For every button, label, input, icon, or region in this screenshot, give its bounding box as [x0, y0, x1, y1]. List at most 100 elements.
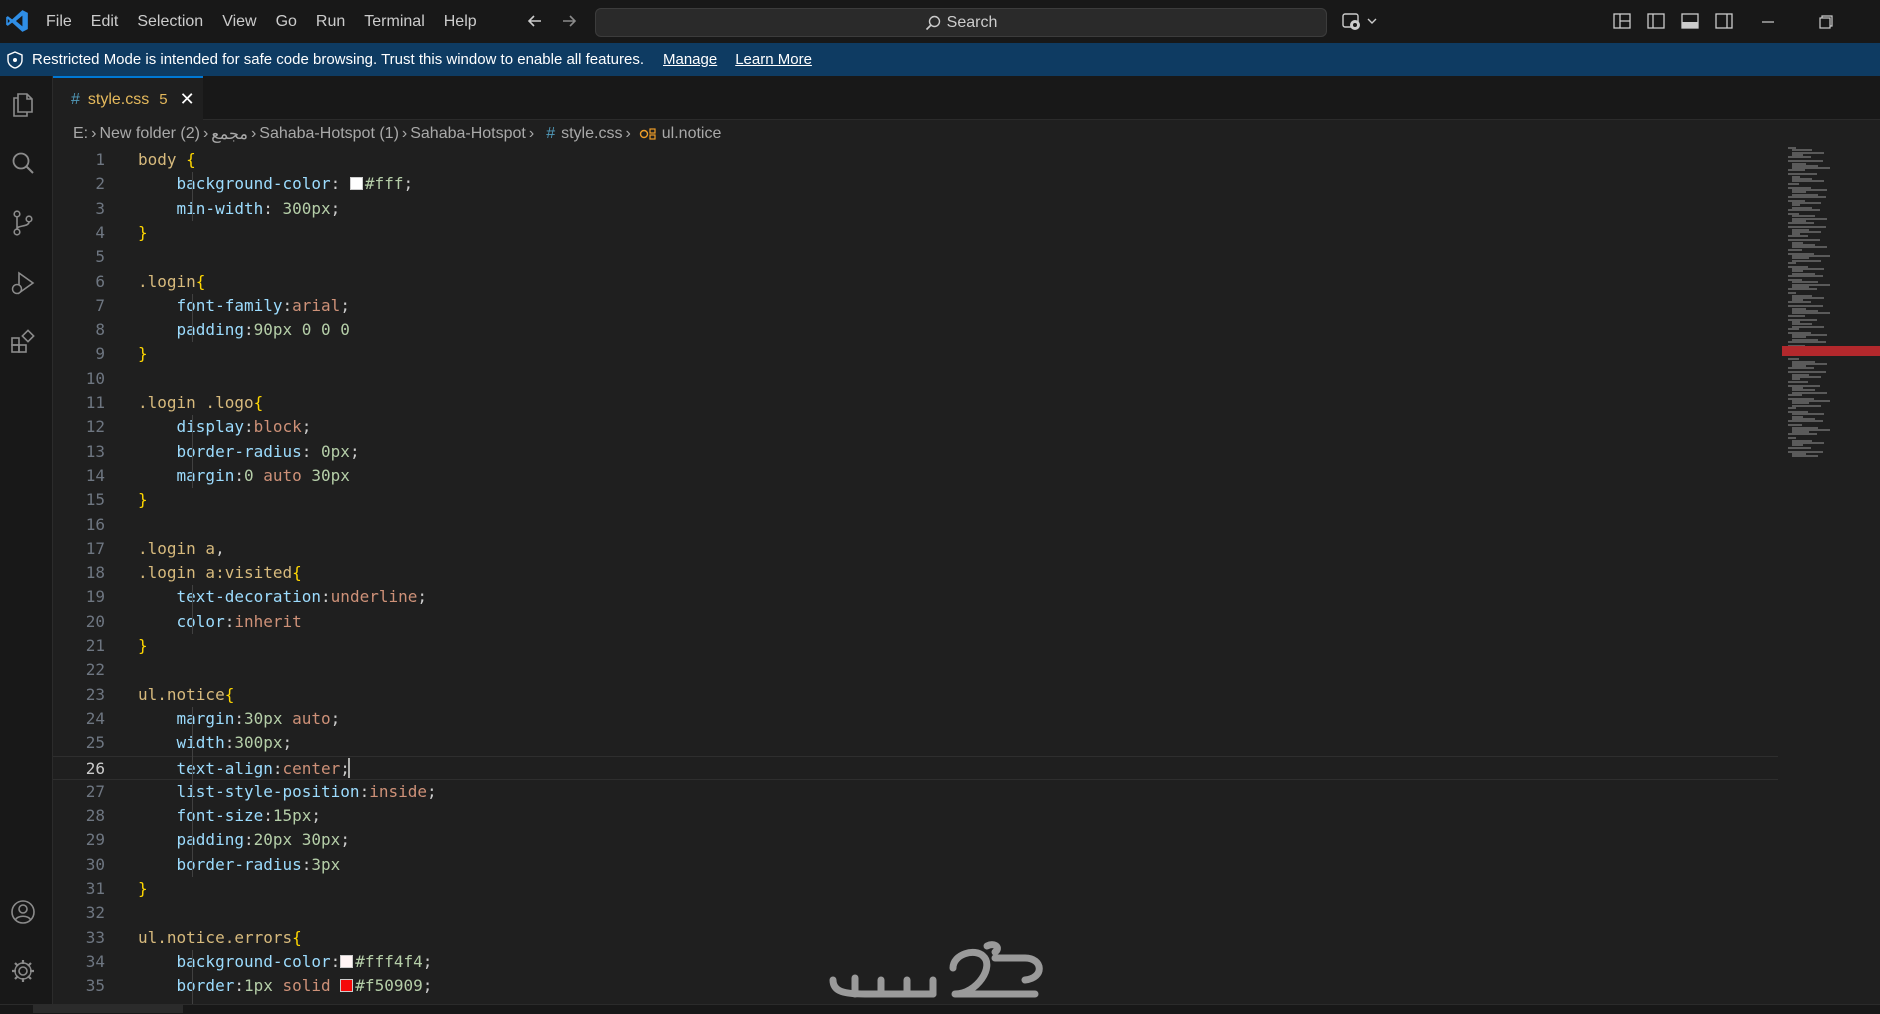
menu-view[interactable]: View — [222, 13, 256, 31]
line-number: 31 — [85, 879, 105, 898]
code-line[interactable]: 24 margin:30px auto; — [53, 707, 1778, 731]
explorer-icon[interactable] — [9, 90, 37, 118]
code-line[interactable]: 5 — [53, 245, 1778, 269]
extensions-icon[interactable] — [9, 328, 37, 356]
line-number: 12 — [85, 417, 105, 437]
toggle-panel-icon[interactable] — [1680, 11, 1700, 31]
breadcrumb-item-folder[interactable]: New folder (2) — [99, 125, 199, 143]
breadcrumb-item-drive[interactable]: E: — [73, 125, 88, 143]
code-text: ul.notice.errors{ — [138, 927, 302, 947]
breadcrumb-item-project[interactable]: Sahaba-Hotspot (1) — [259, 125, 399, 143]
customize-layout-icon[interactable] — [1612, 11, 1632, 31]
menu-selection[interactable]: Selection — [137, 13, 203, 31]
forward-arrow-icon[interactable] — [560, 12, 578, 30]
manage-link[interactable]: Manage — [663, 51, 717, 68]
minimize-icon[interactable] — [1760, 14, 1776, 30]
code-line[interactable]: 31} — [53, 877, 1778, 901]
minimap-line — [1788, 182, 1799, 185]
minimap-line — [1788, 407, 1796, 409]
breadcrumb-item-file[interactable]: style.css — [561, 125, 622, 143]
activity-bar — [0, 76, 53, 1004]
menu-help[interactable]: Help — [444, 13, 477, 31]
breadcrumb-item-arabic-folder[interactable]: مجمع — [211, 124, 248, 144]
code-line[interactable]: 13 border-radius: 0px; — [53, 440, 1778, 464]
code-line[interactable]: 23 ul.notice{ — [53, 683, 1778, 707]
color-swatch-icon[interactable] — [340, 979, 354, 993]
code-line[interactable]: 22 — [53, 658, 1778, 682]
text-cursor — [348, 757, 350, 778]
code-line[interactable]: 28 font-size:15px; — [53, 804, 1778, 828]
run-debug-icon[interactable] — [9, 269, 37, 297]
code-text: margin:0 auto 30px — [176, 465, 350, 485]
menu-edit[interactable]: Edit — [91, 13, 119, 31]
color-swatch-icon[interactable] — [340, 954, 354, 968]
search-view-icon[interactable] — [9, 149, 37, 177]
accounts-icon[interactable] — [9, 898, 37, 926]
code-line[interactable]: 17 .login a, — [53, 537, 1778, 561]
code-line[interactable]: 25 width:300px; — [53, 731, 1778, 755]
code-text: font-family:arial; — [176, 295, 350, 315]
code-text: } — [138, 636, 148, 655]
menu-terminal[interactable]: Terminal — [364, 13, 424, 31]
menu-file[interactable]: File — [46, 13, 72, 31]
code-line[interactable]: 19 text-decoration:underline; — [53, 585, 1778, 609]
code-line[interactable]: 26 text-align:center; — [53, 755, 1778, 780]
breadcrumb-item-subproject[interactable]: Sahaba-Hotspot — [410, 125, 526, 143]
code-line[interactable]: 1 body { — [53, 148, 1778, 172]
code-line[interactable]: 32 — [53, 901, 1778, 925]
toggle-secondary-sidebar-icon[interactable] — [1714, 11, 1734, 31]
code-line[interactable]: 6 .login{ — [53, 270, 1778, 294]
minimap[interactable] — [1782, 147, 1880, 458]
code-line[interactable]: 4} — [53, 221, 1778, 245]
code-line[interactable]: 3 min-width: 300px; — [53, 197, 1778, 221]
line-number: 34 — [85, 951, 105, 971]
code-line[interactable]: 30 border-radius:3px — [53, 853, 1778, 877]
code-line[interactable]: 29 padding:20px 30px; — [53, 828, 1778, 852]
code-line[interactable]: 12 display:block; — [53, 415, 1778, 439]
close-tab-icon[interactable]: ✕ — [180, 89, 195, 110]
code-text: .login{ — [138, 271, 206, 291]
code-line[interactable]: 2 background-color: #fff; — [53, 172, 1778, 196]
menu-run[interactable]: Run — [316, 13, 345, 31]
code-editor[interactable]: 1 body {2 background-color: #fff; 3 min-wi… — [53, 147, 1778, 1004]
code-line[interactable]: 16 — [53, 513, 1778, 537]
color-swatch-icon[interactable] — [349, 177, 363, 191]
command-center-search[interactable]: Search — [595, 8, 1327, 37]
back-arrow-icon[interactable] — [526, 12, 544, 30]
menu-go[interactable]: Go — [276, 13, 297, 31]
code-text: margin:30px auto; — [176, 708, 341, 728]
accounts-settings-sync-icon[interactable] — [1340, 11, 1380, 33]
learn-more-link[interactable]: Learn More — [735, 51, 812, 68]
settings-gear-icon[interactable] — [9, 957, 37, 985]
code-line[interactable]: 21} — [53, 634, 1778, 658]
line-number: 28 — [85, 806, 105, 826]
toggle-primary-sidebar-icon[interactable] — [1646, 11, 1666, 31]
line-number: 11 — [85, 393, 105, 412]
code-line[interactable]: 18 .login a:visited{ — [53, 561, 1778, 585]
restore-icon[interactable] — [1818, 14, 1834, 30]
code-line[interactable]: 8 padding:90px 0 0 0 — [53, 318, 1778, 342]
code-line[interactable]: 11 .login .logo{ — [53, 391, 1778, 415]
tab-style-css[interactable]: # style.css 5 ✕ — [53, 76, 203, 121]
code-line[interactable]: 15} — [53, 488, 1778, 512]
shield-icon — [7, 50, 23, 69]
line-number: 14 — [85, 465, 105, 485]
minimap-line — [1788, 261, 1796, 264]
line-number: 26 — [85, 758, 105, 778]
code-line[interactable]: 14 margin:0 auto 30px — [53, 464, 1778, 488]
indent-guide — [192, 949, 193, 1004]
code-text: .login .logo{ — [138, 393, 264, 412]
code-line[interactable]: 27 list-style-position:inside; — [53, 780, 1778, 804]
code-line[interactable]: 7 font-family:arial; — [53, 294, 1778, 318]
code-line[interactable]: 20 color:inherit — [53, 610, 1778, 634]
breadcrumb-item-symbol[interactable]: ul.notice — [662, 125, 722, 143]
line-number: 10 — [85, 368, 105, 388]
code-line[interactable]: 9} — [53, 342, 1778, 366]
code-line[interactable]: 10 — [53, 367, 1778, 391]
minimap-line — [1788, 156, 1811, 159]
restricted-mode-status[interactable] — [33, 1004, 183, 1013]
menu-bar: File Edit Selection View Go Run Terminal… — [46, 0, 496, 43]
line-number: 21 — [85, 636, 105, 655]
chevron-right-icon: › — [250, 125, 257, 142]
source-control-icon[interactable] — [9, 209, 37, 237]
